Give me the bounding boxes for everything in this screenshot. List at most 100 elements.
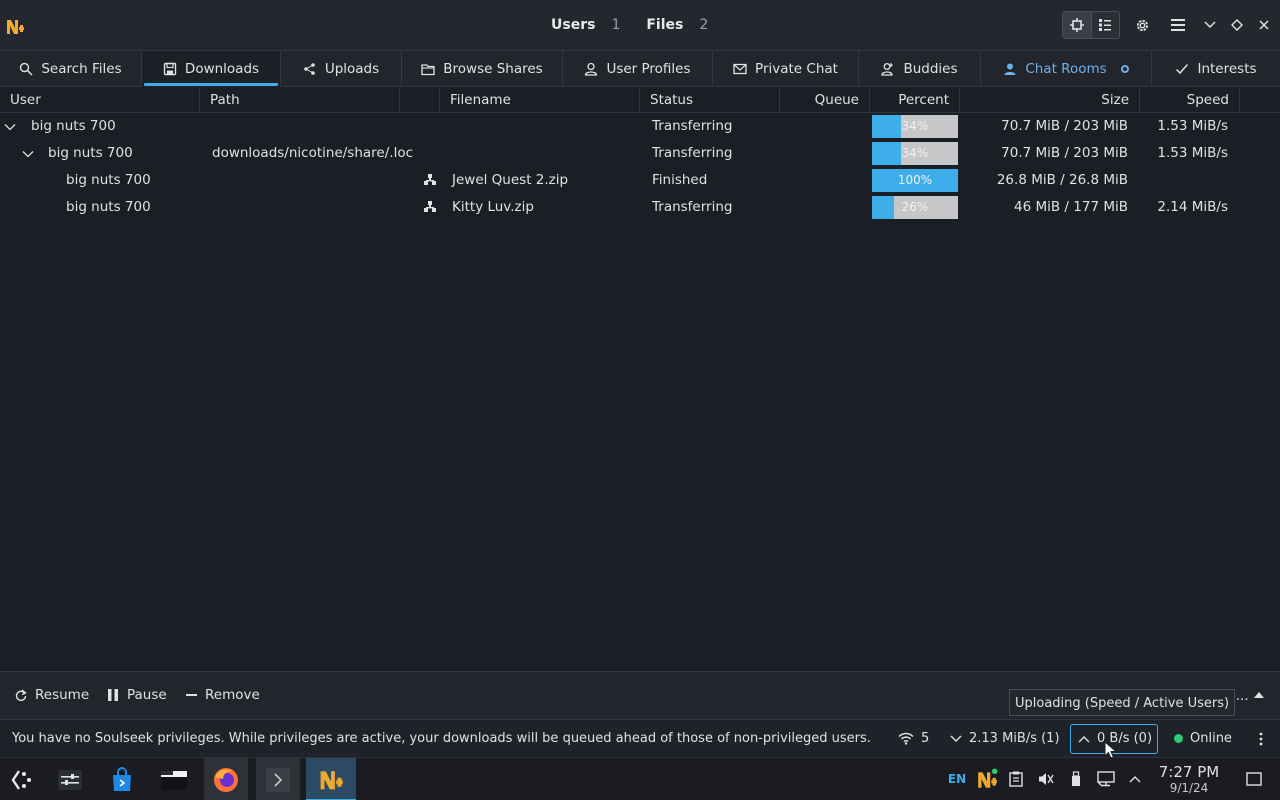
system-settings-taskbar-button[interactable] [48,758,92,800]
progress-bar: 34% [872,115,958,138]
row-size: 70.7 MiB / 203 MiB [1001,145,1128,161]
row-status: Finished [652,172,708,188]
row-status: Transferring [652,118,733,134]
nicotine-taskbar-button[interactable] [306,758,356,800]
table-row[interactable]: big nuts 700 Transferring 34% 70.7 MiB /… [0,113,1280,140]
tab-interests[interactable]: Interests [1152,51,1280,87]
list-view-button[interactable] [1092,12,1120,38]
column-file-type[interactable] [400,87,440,113]
main-menu-button[interactable] [1164,11,1192,39]
close-button[interactable] [1250,11,1278,39]
tab-label: Buddies [903,61,958,77]
row-speed: 1.53 MiB/s [1157,118,1228,134]
column-size[interactable]: Size [960,87,1140,113]
chevron-down-icon[interactable] [4,121,16,133]
clipboard-icon [1009,771,1023,787]
minimize-button[interactable] [1196,11,1224,39]
header-bar: Users 1 Files 2 [0,0,1280,51]
online-label: Online [1190,731,1232,746]
tab-label: Browse Shares [443,61,543,77]
connections-indicator[interactable]: 5 [898,731,929,746]
usb-drive-icon [1072,771,1080,786]
tab-chat-rooms[interactable]: Chat Rooms [981,51,1152,87]
column-queue[interactable]: Queue [780,87,870,113]
preferences-button[interactable] [1128,11,1156,39]
chat-user-icon [1004,63,1016,75]
column-path[interactable]: Path [200,87,400,113]
clipboard-tray-button[interactable] [1006,770,1026,788]
column-speed[interactable]: Speed [1140,87,1240,113]
row-size: 46 MiB / 177 MiB [1014,199,1128,215]
clock-date: 9/1/24 [1169,781,1209,795]
caret-up-icon[interactable] [1253,690,1265,700]
download-icon [163,62,177,76]
remove-button[interactable]: Remove [186,687,260,703]
file-manager-taskbar-button[interactable] [152,758,196,800]
column-percent[interactable]: Percent [870,87,960,113]
pause-label: Pause [127,687,167,703]
status-message: You have no Soulseek privileges. While p… [12,731,871,746]
main-tabs: Search Files Downloads Uploads Browse Sh… [0,51,1280,87]
maximize-button[interactable] [1223,11,1251,39]
clock-widget[interactable]: 7:27 PM 9/1/24 [1152,764,1226,796]
hamburger-icon [1171,19,1185,31]
header-counters: Users 1 Files 2 [551,17,734,33]
nicotine-tray-icon[interactable] [974,768,1000,788]
tab-browse-shares[interactable]: Browse Shares [402,51,563,87]
unread-indicator-icon [1120,65,1129,73]
firefox-icon [214,767,238,792]
row-status: Transferring [652,145,733,161]
folder-icon [421,64,435,76]
tab-private-chat[interactable]: Private Chat [713,51,859,87]
tab-buddies[interactable]: Buddies [859,51,981,87]
volume-muted-icon [1039,773,1054,785]
column-user[interactable]: User [0,87,200,113]
launcher-icon [11,769,31,790]
online-status[interactable]: Online [1174,731,1232,746]
files-count: 2 [699,17,709,33]
tab-downloads[interactable]: Downloads [142,51,281,87]
group-icon [1069,18,1084,32]
nicotine-logo-icon [320,770,343,789]
download-speed-indicator[interactable]: 2.13 MiB/s (1) [950,731,1060,746]
firefox-taskbar-button[interactable] [204,758,248,800]
progress-bar: 26% [872,196,958,219]
table-row[interactable]: big nuts 700 Kitty Luv.zip Transferring … [0,194,1280,221]
discover-store-taskbar-button[interactable] [100,758,144,800]
list-icon [1099,19,1112,31]
tab-label: Uploads [324,61,380,77]
redo-icon [15,689,27,701]
tab-uploads[interactable]: Uploads [281,51,402,87]
column-status[interactable]: Status [640,87,780,113]
tray-expand-button[interactable] [1126,770,1144,788]
more-vertical-icon[interactable] [1259,732,1263,746]
group-by-folder-button[interactable] [1063,12,1091,38]
keyboard-layout-indicator[interactable]: EN [946,770,968,788]
tab-user-profiles[interactable]: User Profiles [563,51,713,87]
terminal-icon [266,767,290,792]
user-icon [585,62,598,76]
removable-device-tray-button[interactable] [1066,770,1086,788]
app-launcher-button[interactable] [0,758,44,800]
table-row[interactable]: big nuts 700 downloads/nicotine/share/.l… [0,140,1280,167]
desktop-icon [1246,772,1262,786]
tab-label: Interests [1197,61,1257,77]
chevron-down-icon[interactable] [22,148,34,160]
view-mode-switch [1062,11,1120,39]
column-filename[interactable]: Filename [440,87,640,113]
table-row[interactable]: big nuts 700 Jewel Quest 2.zip Finished … [0,167,1280,194]
resume-button[interactable]: Resume [15,687,89,703]
gear-icon [1136,19,1148,31]
volume-tray-button[interactable] [1036,770,1056,788]
tab-search-files[interactable]: Search Files [0,51,142,87]
users-count: 1 [611,17,621,33]
row-size: 26.8 MiB / 26.8 MiB [996,172,1128,188]
show-desktop-button[interactable] [1244,770,1264,788]
terminal-taskbar-button[interactable] [256,758,300,800]
pause-button[interactable]: Pause [107,687,167,703]
chevron-down-icon [950,735,962,742]
tab-label: Chat Rooms [1025,61,1107,77]
chevron-up-icon [1078,735,1090,742]
transfers-table-header: User Path Filename Status Queue Percent … [0,87,1280,113]
network-tray-button[interactable] [1096,770,1116,788]
